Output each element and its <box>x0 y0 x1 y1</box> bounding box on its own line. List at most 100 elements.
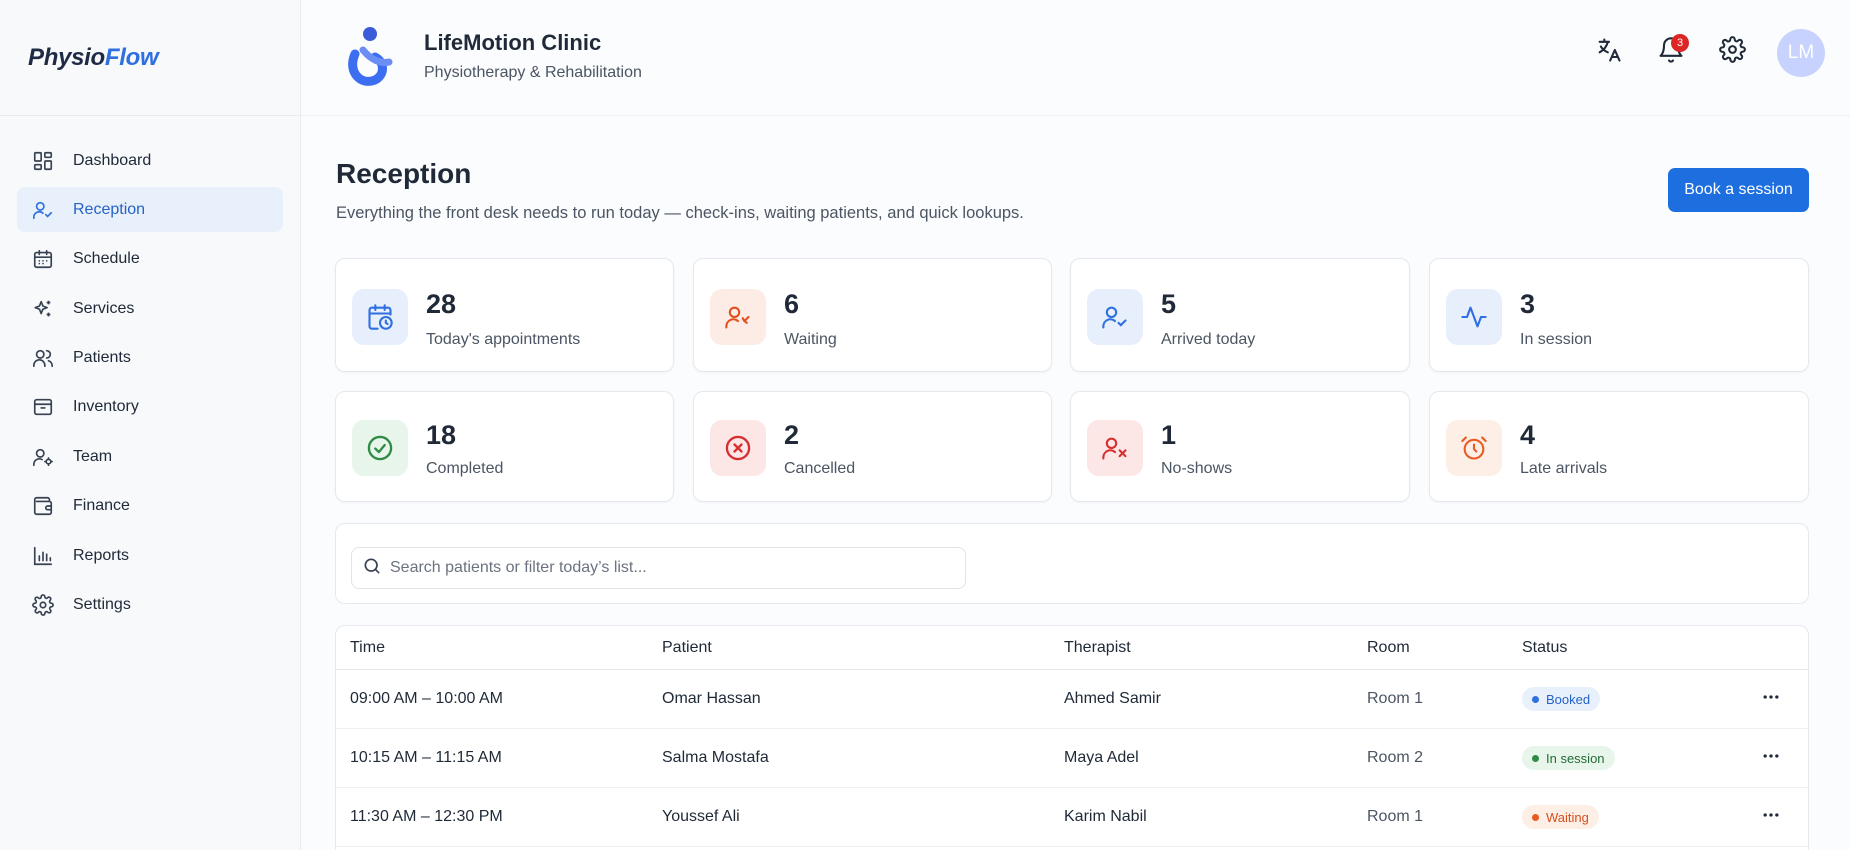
gear-icon <box>31 593 55 617</box>
sidebar-nav: Dashboard Reception Schedule Services Pa… <box>0 116 300 628</box>
cell-patient: Omar Hassan <box>662 690 761 707</box>
clinic-subtitle: Physiotherapy & Rehabilitation <box>424 64 642 81</box>
notification-badge: 3 <box>1671 34 1689 52</box>
stat-label: Late arrivals <box>1520 460 1608 477</box>
sidebar-item-label: Schedule <box>73 250 140 268</box>
column-header-therapist[interactable]: Therapist <box>1064 626 1131 669</box>
stat-value: 2 <box>784 420 800 450</box>
sidebar-item-settings[interactable]: Settings <box>17 583 283 628</box>
cell-room: Room 1 <box>1367 690 1424 707</box>
cell-status: In session <box>1522 729 1615 787</box>
stat-card-late-arrivals[interactable]: 4 Late arrivals <box>1429 391 1809 502</box>
sidebar: PhysioFlow Dashboard Reception Schedule … <box>0 0 301 850</box>
brand-name-part2: Flow <box>104 43 159 71</box>
cell-time: 09:00 AM – 10:00 AM <box>350 690 503 707</box>
book-session-button[interactable]: Book a session <box>1668 168 1809 212</box>
stat-value: 4 <box>1520 420 1536 450</box>
status-dot <box>1532 813 1539 821</box>
dashboard-icon <box>31 149 55 173</box>
stat-card-no-shows[interactable]: 1 No-shows <box>1070 391 1410 502</box>
clinic-logo <box>341 24 403 90</box>
cell-room: Room 1 <box>1367 808 1424 825</box>
stat-value: 3 <box>1520 289 1536 319</box>
stat-card-completed[interactable]: 18 Completed <box>335 391 674 502</box>
status-label: In session <box>1546 750 1605 766</box>
status-badge: Waiting <box>1522 805 1599 829</box>
cell-therapist: Karim Nabil <box>1064 808 1147 825</box>
stat-label: Waiting <box>784 331 837 348</box>
status-badge: In session <box>1522 746 1615 770</box>
brand-logo[interactable]: PhysioFlow <box>0 0 300 116</box>
language-button[interactable] <box>1591 34 1627 70</box>
cell-time: 11:30 AM – 12:30 PM <box>350 808 503 825</box>
stat-value: 18 <box>426 420 457 450</box>
row-actions-button[interactable] <box>1756 788 1786 846</box>
row-actions-button[interactable] <box>1756 670 1786 728</box>
sidebar-item-label: Dashboard <box>73 151 152 169</box>
sidebar-item-label: Team <box>73 447 113 465</box>
stat-label: Today's appointments <box>426 331 581 348</box>
sidebar-item-label: Finance <box>73 497 130 515</box>
sidebar-item-inventory[interactable]: Inventory <box>17 385 283 430</box>
status-dot <box>1532 754 1539 762</box>
activity-icon <box>1446 289 1502 345</box>
sidebar-item-schedule[interactable]: Schedule <box>17 237 283 282</box>
sidebar-item-patients[interactable]: Patients <box>17 336 283 381</box>
search-card <box>335 523 1809 604</box>
sidebar-item-team[interactable]: Team <box>17 434 283 479</box>
table-row[interactable]: 09:00 AM – 10:00 AM Omar Hassan Ahmed Sa… <box>336 670 1808 729</box>
user-check-icon <box>1087 289 1143 345</box>
row-actions-button[interactable] <box>1756 729 1786 787</box>
stat-card-in-session[interactable]: 3 In session <box>1429 258 1809 372</box>
sidebar-item-label: Patients <box>73 349 131 367</box>
stat-label: Arrived today <box>1161 331 1256 348</box>
stat-label: Cancelled <box>784 460 856 477</box>
stat-card-waiting[interactable]: 6 Waiting <box>693 258 1052 372</box>
alarm-clock-icon <box>1446 420 1502 476</box>
search-input[interactable] <box>390 559 950 577</box>
settings-button[interactable] <box>1714 34 1750 70</box>
stat-card-arrived[interactable]: 5 Arrived today <box>1070 258 1410 372</box>
more-horizontal-icon <box>1761 687 1781 712</box>
appointments-table: Time Patient Therapist Room Status 09:00… <box>335 625 1809 850</box>
column-header-patient[interactable]: Patient <box>662 626 712 669</box>
cell-status: Booked <box>1522 670 1601 728</box>
user-x-icon <box>1087 420 1143 476</box>
users-icon <box>31 346 55 370</box>
stat-label: In session <box>1520 331 1593 348</box>
status-label: Booked <box>1546 691 1591 707</box>
search-field[interactable] <box>351 547 966 589</box>
more-horizontal-icon <box>1761 746 1781 771</box>
avatar[interactable]: LM <box>1777 29 1825 77</box>
table-header: Time Patient Therapist Room Status <box>336 626 1808 670</box>
page-description: Everything the front desk needs to run t… <box>336 204 1024 222</box>
x-circle-icon <box>710 420 766 476</box>
table-row[interactable]: 10:15 AM – 11:15 AM Salma Mostafa Maya A… <box>336 729 1808 788</box>
cell-patient: Salma Mostafa <box>662 749 769 766</box>
table-row[interactable]: 11:30 AM – 12:30 PM Youssef Ali Karim Na… <box>336 788 1808 847</box>
notifications-button[interactable]: 3 <box>1653 34 1689 70</box>
column-header-time[interactable]: Time <box>350 626 385 669</box>
stat-label: Completed <box>426 460 504 477</box>
cell-time: 10:15 AM – 11:15 AM <box>350 749 502 766</box>
user-check-icon <box>31 198 55 222</box>
column-header-room[interactable]: Room <box>1367 626 1410 669</box>
sidebar-item-dashboard[interactable]: Dashboard <box>17 138 283 183</box>
sidebar-item-reception[interactable]: Reception <box>17 187 283 233</box>
cell-therapist: Maya Adel <box>1064 749 1139 766</box>
sidebar-item-finance[interactable]: Finance <box>17 484 283 529</box>
cell-patient: Youssef Ali <box>662 808 740 825</box>
sparkles-icon <box>31 297 55 321</box>
stat-value: 6 <box>784 289 800 319</box>
translate-icon <box>1595 36 1623 69</box>
stat-label: No-shows <box>1161 460 1233 477</box>
calendar-icon <box>31 247 55 271</box>
status-label: Waiting <box>1546 809 1589 825</box>
column-header-status[interactable]: Status <box>1522 626 1567 669</box>
stat-card-appointments[interactable]: 28 Today's appointments <box>335 258 674 372</box>
sidebar-item-label: Settings <box>73 596 131 614</box>
sidebar-item-reports[interactable]: Reports <box>17 533 283 578</box>
sidebar-item-label: Inventory <box>73 398 139 416</box>
stat-card-cancelled[interactable]: 2 Cancelled <box>693 391 1052 502</box>
sidebar-item-services[interactable]: Services <box>17 286 283 331</box>
